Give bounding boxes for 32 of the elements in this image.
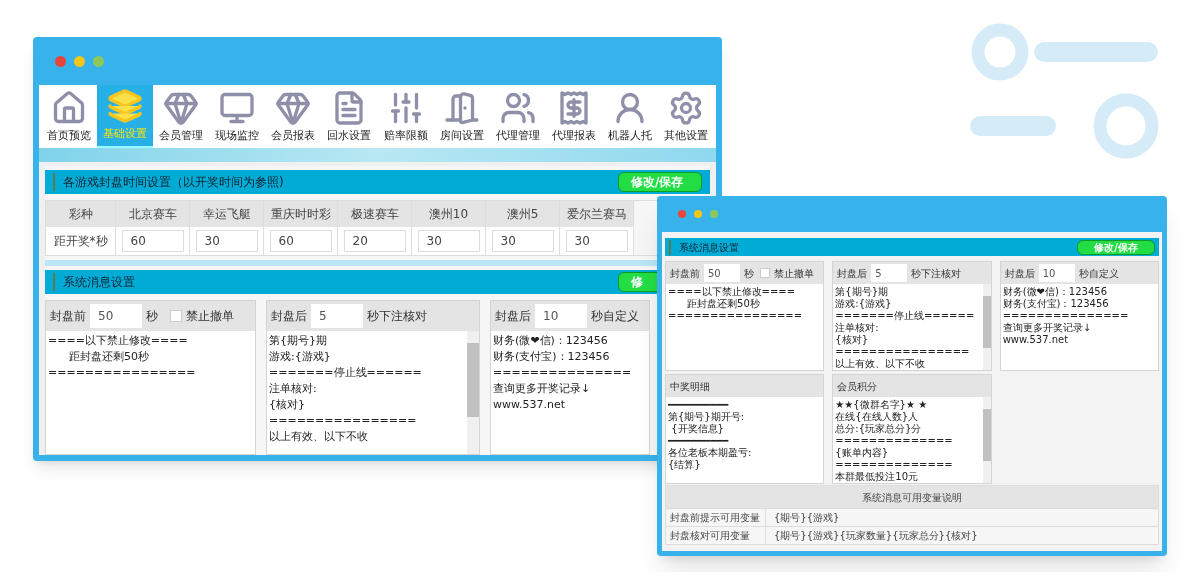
field-label: 会员积分 xyxy=(837,379,878,394)
field-label: 封盘后 xyxy=(1004,266,1035,281)
checkbox-label: 禁止撤单 xyxy=(774,266,814,281)
column-header: 澳州5 xyxy=(486,201,559,227)
column-header: 北京赛车 xyxy=(116,201,189,227)
section-title: 系统消息设置 xyxy=(669,239,739,255)
table-cell: 封盘核对可用变量 xyxy=(666,527,766,544)
section-title: 系统消息设置 xyxy=(53,273,135,291)
checkbox-label: 禁止撤单 xyxy=(186,308,234,325)
field-label: 秒下注核对 xyxy=(911,266,962,281)
field-label: 秒下注核对 xyxy=(367,308,427,325)
field-label: 封盘后 xyxy=(271,308,307,325)
column-header: 彩种 xyxy=(46,201,115,227)
column-header: 幸运飞艇 xyxy=(190,201,263,227)
table-title: 系统消息可用变量说明 xyxy=(666,486,1158,508)
section-title: 各游戏封盘时间设置（以开奖时间为参照) xyxy=(53,173,284,191)
column-header: 重庆时时彩 xyxy=(264,201,337,227)
field-label: 秒自定义 xyxy=(1078,266,1119,281)
field-label: 秒 xyxy=(744,266,754,281)
column-header: 极速赛车 xyxy=(338,201,411,227)
field-label: 封盘后 xyxy=(837,266,868,281)
column-header: 澳州10 xyxy=(412,201,485,227)
field-label: 秒自定义 xyxy=(591,308,639,325)
field-label: 秒 xyxy=(146,308,158,325)
table-cell-text: {期号}{游戏} xyxy=(773,511,841,525)
field-label: 封盘后 xyxy=(495,308,531,325)
field-label: 封盘前 xyxy=(50,308,86,325)
field-label: 封盘前 xyxy=(670,266,700,281)
row-label: 距开奖*秒 xyxy=(53,233,108,250)
field-label: 中奖明细 xyxy=(670,379,710,394)
column-header: 爱尔兰赛马 xyxy=(560,201,633,227)
table-cell-text: {期号}{游戏}{玩家数量}{玩家总分}{核对} xyxy=(773,529,979,543)
